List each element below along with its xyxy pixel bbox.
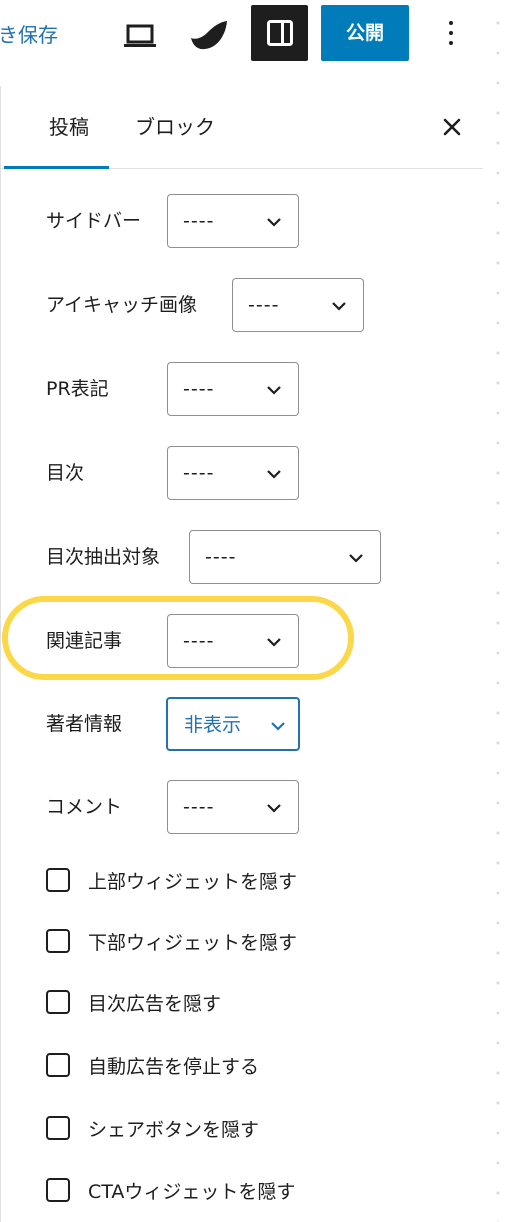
- chevron-down-icon: [267, 218, 281, 227]
- checkbox[interactable]: [46, 1053, 70, 1077]
- select-value: ----: [248, 294, 280, 316]
- checkbox-label: CTAウィジェットを隠す: [88, 1180, 296, 1203]
- checkbox-label: 下部ウィジェットを隠す: [88, 931, 298, 954]
- checkbox[interactable]: [46, 1178, 70, 1202]
- checkbox[interactable]: [46, 868, 70, 892]
- more-vertical-icon[interactable]: [434, 10, 468, 56]
- checkbox-row-hide-cta[interactable]: CTAウィジェットを隠す: [46, 1175, 295, 1205]
- close-icon[interactable]: [437, 112, 467, 142]
- checkbox-row-stop-auto-ads[interactable]: 自動広告を停止する: [46, 1050, 259, 1080]
- settings-sidebar-icon[interactable]: [251, 5, 308, 61]
- checkbox-label: 上部ウィジェットを隠す: [88, 870, 298, 893]
- editor-toolbar: 書き保存 公開: [0, 0, 482, 87]
- field-label-comment: コメント: [46, 796, 123, 818]
- select-value: ----: [183, 378, 215, 400]
- field-label-toc-target: 目次抽出対象: [46, 546, 161, 568]
- checkbox-row-hide-toc-ad[interactable]: 目次広告を隠す: [46, 987, 221, 1017]
- tab-post[interactable]: 投稿: [4, 86, 109, 169]
- chevron-down-icon: [349, 554, 363, 563]
- chevron-down-icon: [332, 302, 346, 311]
- field-label-sidebar: サイドバー: [46, 210, 142, 232]
- jetpack-icon[interactable]: [186, 14, 232, 58]
- field-label-author: 著者情報: [46, 713, 123, 735]
- checkbox[interactable]: [46, 929, 70, 953]
- select-toc[interactable]: ----: [167, 446, 299, 500]
- checkbox-label: 自動広告を停止する: [88, 1055, 260, 1078]
- select-author[interactable]: 非表示: [166, 697, 300, 751]
- select-value: ----: [183, 210, 215, 232]
- highlight-ring: [2, 596, 354, 680]
- chevron-down-icon: [267, 804, 281, 813]
- chevron-down-icon: [267, 386, 281, 395]
- chevron-down-icon: [271, 722, 285, 731]
- select-eyecatch[interactable]: ----: [232, 278, 364, 332]
- checkbox-label: シェアボタンを隠す: [88, 1118, 260, 1141]
- checkbox-row-hide-share[interactable]: シェアボタンを隠す: [46, 1113, 259, 1143]
- tab-block[interactable]: ブロック: [135, 86, 215, 168]
- save-draft-button[interactable]: 書き保存: [0, 20, 58, 50]
- field-label-toc: 目次: [46, 462, 85, 484]
- checkbox[interactable]: [46, 990, 70, 1014]
- checkbox-row-hide-top-widget[interactable]: 上部ウィジェットを隠す: [46, 865, 297, 895]
- checkbox-label: 目次広告を隠す: [88, 992, 222, 1015]
- sidebar-tabs: 投稿 ブロック: [1, 86, 483, 169]
- select-value: ----: [183, 462, 215, 484]
- publish-button[interactable]: 公開: [321, 5, 409, 61]
- select-sidebar[interactable]: ----: [167, 194, 299, 248]
- canvas-dotted-background: [482, 0, 514, 1222]
- select-value: ----: [183, 796, 215, 818]
- laptop-icon[interactable]: [118, 16, 162, 56]
- select-comment[interactable]: ----: [167, 780, 299, 834]
- select-value: 非表示: [184, 714, 242, 736]
- field-label-eyecatch: アイキャッチ画像: [46, 294, 198, 316]
- chevron-down-icon: [267, 470, 281, 479]
- select-value: ----: [205, 546, 237, 568]
- select-toc-target[interactable]: ----: [189, 530, 381, 584]
- select-pr[interactable]: ----: [167, 362, 299, 416]
- field-label-pr: PR表記: [46, 378, 109, 400]
- checkbox[interactable]: [46, 1116, 70, 1140]
- checkbox-row-hide-bottom-widget[interactable]: 下部ウィジェットを隠す: [46, 926, 297, 956]
